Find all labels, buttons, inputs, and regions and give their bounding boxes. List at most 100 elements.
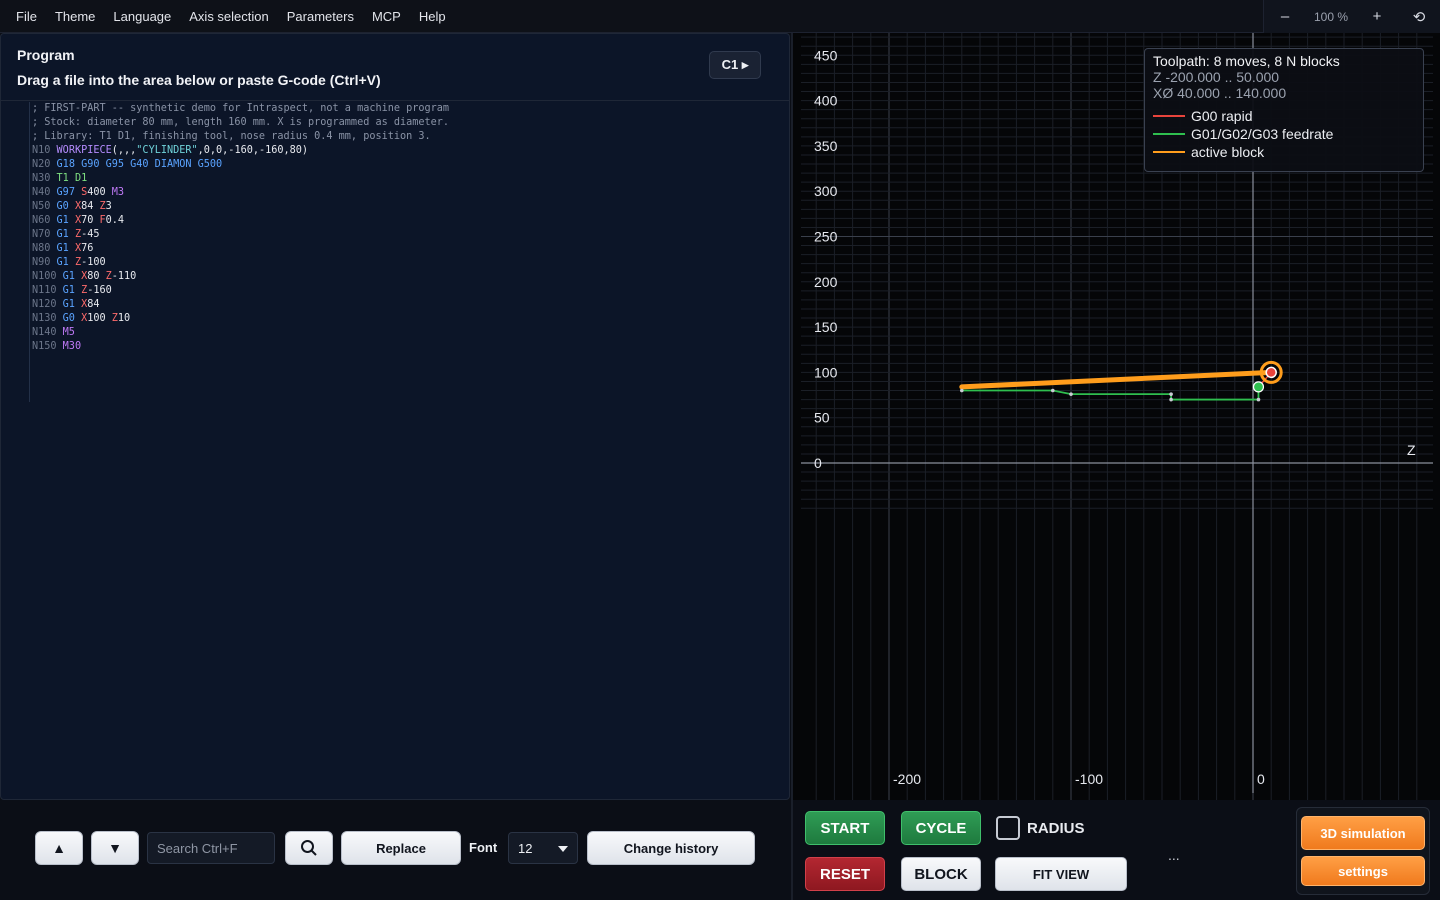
code-token: G1: [56, 229, 75, 240]
code-token: M5: [62, 327, 75, 338]
settings-button[interactable]: settings: [1301, 856, 1425, 886]
zoom-reset-icon[interactable]: ⟲: [1398, 0, 1440, 33]
prev-match-button[interactable]: ▲: [35, 831, 83, 865]
program-title: Program: [17, 47, 75, 63]
start-button[interactable]: START: [805, 811, 885, 845]
code-line[interactable]: N80 G1 X76: [32, 242, 789, 256]
code-token: "CYLINDER": [136, 145, 198, 156]
code-line[interactable]: N120 G1 X84: [32, 298, 789, 312]
editor-toolbar: ▲ ▼ Search Ctrl+F Replace Font 12 Change…: [0, 800, 790, 900]
x-tick-label: -200: [893, 771, 921, 787]
legend-item: G00 rapid: [1153, 107, 1415, 125]
code-token: 10: [117, 313, 131, 324]
block-button[interactable]: BLOCK: [901, 857, 981, 891]
y-tick-label: 400: [814, 93, 838, 109]
y-tick-label: 450: [814, 47, 838, 63]
code-line[interactable]: N30 T1 D1: [32, 172, 789, 186]
radius-label: RADIUS: [1027, 820, 1085, 837]
chevron-down-icon: [558, 846, 568, 852]
code-line[interactable]: N140 M5: [32, 326, 789, 340]
z-axis-label: Z: [1407, 442, 1416, 458]
menu-file[interactable]: File: [0, 9, 46, 24]
legend-label: active block: [1191, 144, 1265, 160]
search-icon: [301, 840, 317, 856]
3d-simulation-button[interactable]: 3D simulation: [1301, 816, 1425, 850]
code-line[interactable]: ; FIRST-PART -- synthetic demo for Intra…: [32, 102, 789, 116]
code-token: 400: [87, 187, 112, 198]
search-button[interactable]: [285, 831, 333, 865]
font-size-select[interactable]: 12: [508, 832, 578, 864]
path-vertex: [1169, 397, 1173, 402]
toolpath-plot[interactable]: 450 400 350 300 250 200 150 100 50 0 -200 -100 0 Z To…: [791, 33, 1440, 800]
code-line[interactable]: N60 G1 X70 F0.4: [32, 214, 789, 228]
legend-swatch: [1153, 133, 1185, 135]
path-vertex: [960, 388, 964, 393]
more-options[interactable]: ...: [1168, 847, 1180, 863]
menu-axis-selection[interactable]: Axis selection: [180, 9, 277, 24]
code-line[interactable]: N10 WORKPIECE(,,,"CYLINDER",0,0,-160,-16…: [32, 144, 789, 158]
menu-language[interactable]: Language: [104, 9, 180, 24]
code-token: T1 D1: [56, 173, 88, 184]
code-line[interactable]: N50 G0 X84 Z3: [32, 200, 789, 214]
y-tick-label: 150: [814, 319, 838, 335]
code-token: G1: [56, 215, 75, 226]
menu-list: File Theme Language Axis selection Parameter…: [0, 9, 455, 24]
zoom-in-button[interactable]: +: [1356, 0, 1398, 33]
code-token: G1: [56, 257, 75, 268]
font-size-value: 12: [518, 841, 533, 856]
code-line[interactable]: N90 G1 Z-100: [32, 256, 789, 270]
replace-button[interactable]: Replace: [341, 831, 461, 865]
code-token: G1: [62, 285, 82, 296]
code-token: N10: [32, 145, 57, 156]
code-token: N40: [32, 187, 57, 198]
code-token: N80: [32, 243, 57, 254]
fit-view-button[interactable]: FIT VIEW: [995, 857, 1127, 891]
menubar: File Theme Language Axis selection Parameter…: [0, 0, 1440, 33]
menu-theme[interactable]: Theme: [46, 9, 104, 24]
reset-button[interactable]: RESET: [805, 857, 885, 891]
code-line[interactable]: N150 M30: [32, 340, 789, 354]
code-token: N30: [32, 173, 57, 184]
active-block-path: [959, 369, 1274, 390]
legend-label: G00 rapid: [1191, 108, 1253, 124]
next-match-button[interactable]: ▼: [91, 831, 139, 865]
code-token: 84: [87, 299, 100, 310]
zoom-out-button[interactable]: –: [1264, 0, 1306, 33]
change-history-button[interactable]: Change history: [587, 831, 755, 865]
code-token: 100: [87, 313, 112, 324]
code-line[interactable]: ; Library: T1 D1, finishing tool, nose r…: [32, 130, 789, 144]
path-vertex: [1069, 392, 1073, 396]
toolpath-legend: Toolpath: 8 moves, 8 N blocks Z -200.000…: [1144, 48, 1424, 172]
code-token: G1: [56, 243, 75, 254]
menu-mcp[interactable]: MCP: [363, 9, 410, 24]
path-vertex: [1051, 388, 1055, 393]
code-line[interactable]: N20 G18 G90 G95 G40 DIAMON G500: [32, 158, 789, 172]
y-tick-label: 50: [814, 410, 830, 426]
code-line[interactable]: ; Stock: diameter 80 mm, length 160 mm. …: [32, 116, 789, 130]
channel-button[interactable]: C1 ▸: [709, 51, 761, 79]
radius-checkbox[interactable]: [996, 816, 1020, 840]
cycle-button[interactable]: CYCLE: [901, 811, 981, 845]
search-input[interactable]: Search Ctrl+F: [147, 832, 275, 864]
tool-position-marker: [1265, 366, 1277, 379]
code-token: N60: [32, 215, 57, 226]
code-line[interactable]: N130 G0 X100 Z10: [32, 312, 789, 326]
code-token: N50: [32, 201, 57, 212]
legend-z-range: Z -200.000 .. 50.000: [1153, 69, 1280, 85]
code-line[interactable]: N70 G1 Z-45: [32, 228, 789, 242]
menu-parameters[interactable]: Parameters: [278, 9, 363, 24]
code-line[interactable]: N100 G1 X80 Z-110: [32, 270, 789, 284]
font-label: Font: [469, 840, 498, 855]
code-token: N120: [32, 299, 63, 310]
y-tick-label: 200: [814, 274, 838, 290]
code-line[interactable]: N110 G1 Z-160: [32, 284, 789, 298]
code-token: G1: [62, 271, 82, 282]
gcode-editor[interactable]: ; FIRST-PART -- synthetic demo for Intra…: [29, 102, 789, 370]
code-token: ; FIRST-PART -- synthetic demo for Intra…: [32, 103, 450, 114]
code-token: G0: [56, 201, 75, 212]
code-line[interactable]: N40 G97 S400 M3: [32, 186, 789, 200]
menu-help[interactable]: Help: [410, 9, 455, 24]
x-tick-label: 0: [1257, 771, 1265, 787]
y-tick-label: 100: [814, 364, 838, 380]
code-token: N150: [32, 341, 63, 352]
